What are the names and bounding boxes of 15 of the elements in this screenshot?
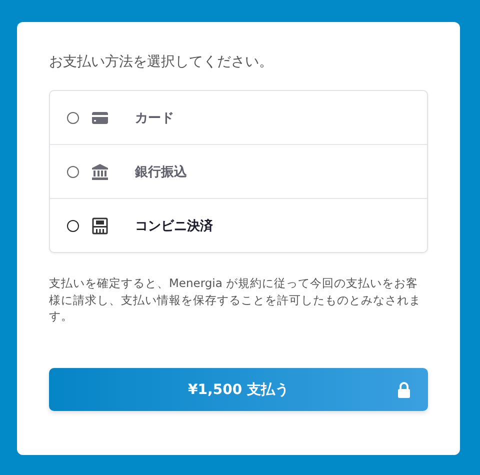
consent-notice: 支払いを確定すると、Menergia が規約に従って今回の支払いをお客様に請求し、支払い情報を保存することを許可したものとみなされます。 [49, 275, 422, 324]
radio-button[interactable] [67, 166, 79, 178]
method-label: カード [135, 110, 174, 126]
method-label: コンビニ決済 [135, 218, 213, 234]
radio-button[interactable] [67, 112, 79, 124]
radio-button[interactable] [67, 220, 79, 232]
bank-icon [91, 162, 109, 180]
payment-method-option[interactable]: コンビニ決済 [50, 198, 427, 252]
payment-method-option[interactable]: カード [50, 91, 427, 144]
pay-button[interactable]: ¥1,500 支払う [49, 368, 428, 411]
method-label: 銀行振込 [135, 164, 187, 180]
payment-method-option[interactable]: 銀行振込 [50, 144, 427, 198]
store-icon [91, 216, 109, 234]
lock-icon [397, 382, 411, 398]
heading: お支払い方法を選択してください。 [49, 53, 274, 72]
